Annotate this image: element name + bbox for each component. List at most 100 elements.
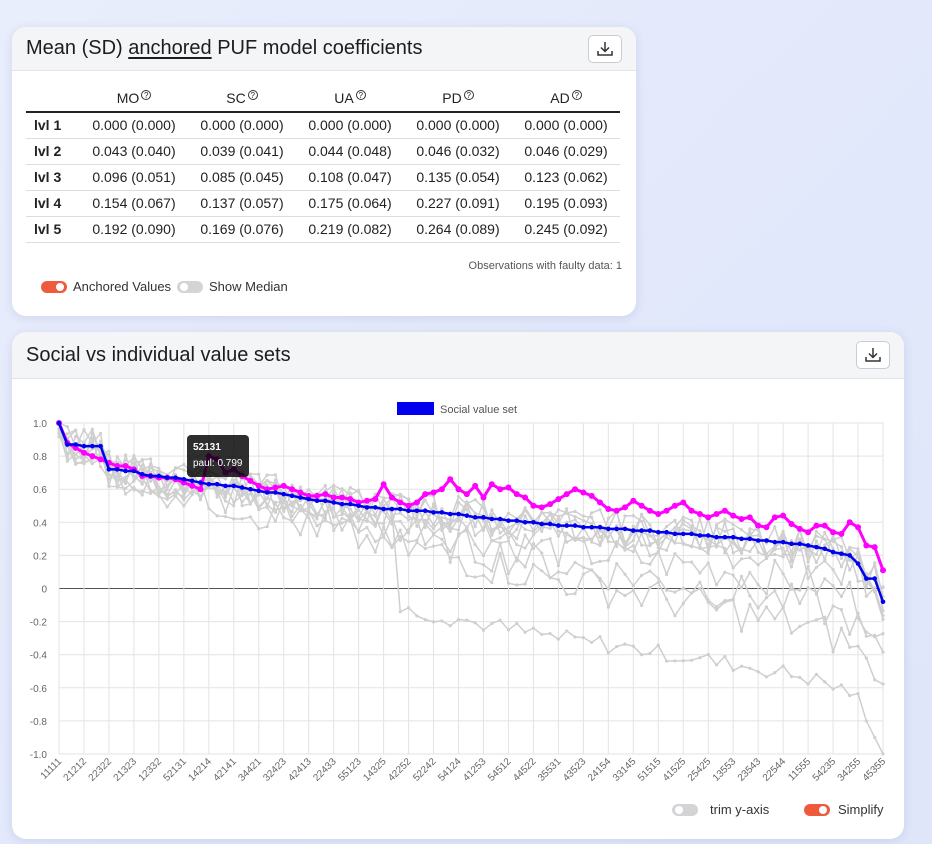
highlight-series-point (405, 502, 412, 509)
individual-series-point (590, 568, 594, 572)
y-tick-label: -0.6 (30, 684, 48, 695)
individual-series-point (115, 455, 119, 459)
individual-series-point (773, 544, 777, 549)
help-circle-icon[interactable]: ? (247, 90, 258, 100)
individual-series-point (806, 585, 810, 590)
individual-series-point (365, 519, 369, 523)
individual-series-point (664, 588, 669, 592)
individual-series-point (540, 511, 544, 515)
individual-series-point (340, 512, 344, 517)
individual-series-point (656, 549, 660, 554)
individual-series-point (481, 628, 486, 632)
anchored-values-switch[interactable] (41, 280, 67, 293)
individual-series-point (856, 579, 860, 583)
individual-series-point (448, 550, 452, 554)
help-circle-icon[interactable]: ? (571, 90, 582, 100)
individual-series-point (606, 540, 610, 544)
download-table-button[interactable] (588, 34, 622, 63)
individual-series-point (257, 527, 261, 531)
individual-series-point (640, 573, 644, 577)
individual-series-point (307, 488, 311, 492)
social-series-point (764, 538, 769, 543)
individual-series-point (182, 498, 186, 502)
highlight-series-point (771, 514, 778, 521)
individual-series-point (764, 605, 769, 609)
individual-series-point (506, 572, 511, 576)
switch-knob (675, 805, 683, 814)
individual-series-point (798, 548, 802, 552)
download-chart-button[interactable] (856, 341, 890, 369)
individual-series-point (523, 533, 527, 537)
social-series-point (173, 475, 178, 480)
individual-series-point (631, 544, 635, 548)
individual-series-point (739, 586, 744, 590)
individual-series-point (806, 564, 810, 568)
anchored-values-label: Anchored Values (73, 279, 172, 294)
x-tick-label: 22544 (761, 756, 789, 784)
social-series-point (772, 539, 778, 545)
individual-series-point (123, 492, 128, 496)
social-series-point (547, 521, 553, 527)
column-label: UA (334, 90, 354, 106)
highlight-series-point (247, 477, 254, 484)
individual-series-point (606, 558, 610, 562)
show-median-switch[interactable] (177, 280, 203, 293)
individual-series-point (723, 529, 727, 533)
individual-series-point (748, 527, 752, 531)
individual-series-point (473, 560, 477, 564)
x-tick-label: 22433 (311, 756, 339, 784)
social-series-point (89, 443, 95, 449)
anchored-values-toggle[interactable]: Anchored Values (41, 279, 171, 294)
trim-y-axis-toggle[interactable]: trim y-axis (672, 802, 769, 817)
highlight-series-point (322, 491, 329, 498)
individual-series-point (232, 517, 236, 521)
social-series-point (805, 543, 811, 548)
individual-series-point (831, 568, 835, 572)
individual-series-point (431, 620, 436, 624)
individual-series-point (540, 529, 544, 534)
social-series-point (139, 472, 145, 477)
column-header-mo: MO? (80, 85, 188, 113)
individual-series-point (648, 541, 652, 546)
show-median-toggle[interactable]: Show Median (177, 279, 288, 294)
individual-series-point (656, 539, 660, 544)
individual-series-point (373, 523, 377, 527)
individual-series-point (864, 719, 868, 723)
individual-series-point (65, 425, 69, 429)
table-row: lvl 3 0.096 (0.051) 0.085 (0.045) 0.108 … (26, 164, 620, 191)
column-header-sc: SC? (188, 85, 296, 113)
social-series-point (514, 518, 520, 523)
table-cell: 0.192 (0.090) (80, 216, 188, 243)
individual-series-point (581, 539, 585, 543)
individual-series-point (506, 539, 511, 543)
individual-series-point (406, 553, 411, 557)
individual-series-point (182, 468, 186, 472)
help-circle-icon[interactable]: ? (141, 90, 152, 100)
individual-series-point (240, 517, 244, 521)
help-circle-icon[interactable]: ? (355, 90, 366, 100)
social-series-point (497, 516, 503, 522)
social-series-point (123, 468, 128, 474)
social-series-point (522, 520, 528, 525)
individual-series-point (182, 492, 186, 496)
individual-series-point (390, 522, 394, 526)
individual-series-point (573, 635, 577, 639)
social-series-point (206, 481, 212, 487)
individual-series-point (789, 582, 794, 586)
simplify-switch[interactable] (804, 803, 830, 816)
x-tick-label: 23543 (736, 756, 764, 784)
column-header-pd: PD? (404, 85, 512, 113)
social-series-point (331, 500, 336, 505)
individual-series-point (273, 473, 278, 477)
help-circle-icon[interactable]: ? (463, 90, 474, 100)
individual-series-point (673, 552, 677, 556)
social-series-point (156, 473, 162, 479)
individual-series-point (165, 505, 169, 509)
highlight-series-point (497, 486, 504, 493)
y-tick-label: 0.4 (33, 518, 47, 529)
trim-y-axis-switch[interactable] (672, 803, 698, 816)
individual-series-point (490, 581, 494, 585)
individual-series-point (789, 550, 794, 554)
simplify-toggle[interactable]: Simplify (804, 802, 884, 817)
individual-series-point (756, 528, 760, 533)
